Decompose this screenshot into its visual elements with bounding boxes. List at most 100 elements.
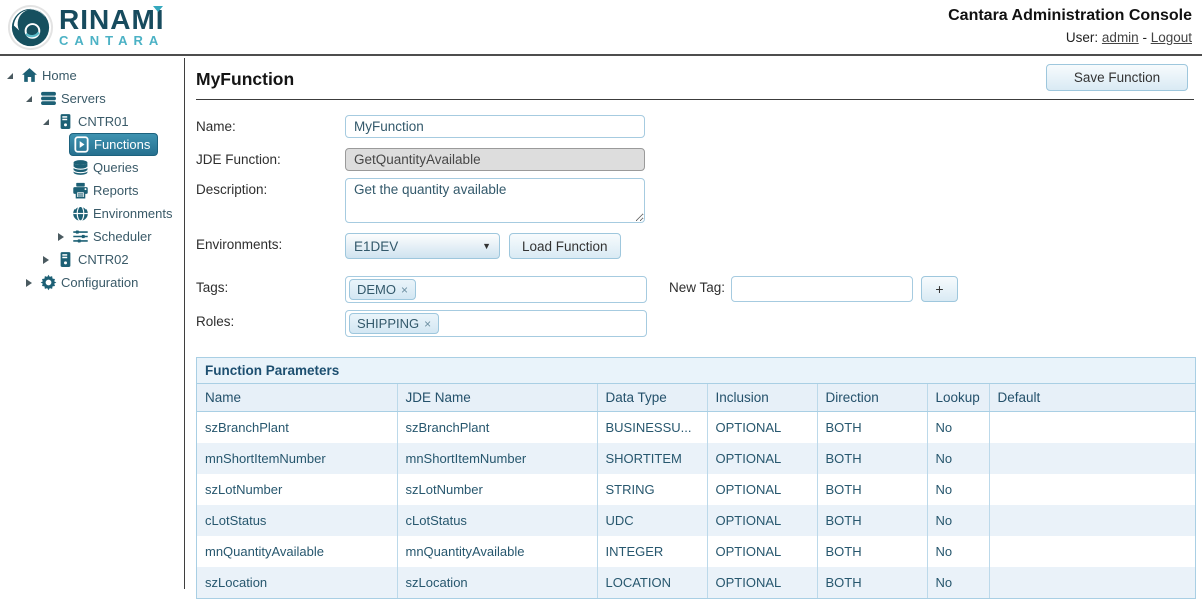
table-cell: BUSINESSU... (597, 412, 707, 444)
table-row[interactable]: mnQuantityAvailablemnQuantityAvailableIN… (197, 536, 1195, 567)
server-icon (57, 251, 74, 268)
sidebar-item-environments[interactable]: Environments (0, 202, 184, 225)
environments-label: Environments: (196, 233, 345, 252)
description-textarea[interactable]: Get the quantity available (345, 178, 645, 223)
environments-select[interactable]: E1DEV ▼ (345, 233, 500, 259)
main-content: MyFunction Save Function Name: JDE Funct… (186, 58, 1202, 589)
queries-icon (72, 159, 89, 176)
environments-icon (72, 205, 89, 222)
tree-node: Queries (69, 157, 146, 178)
tags-input[interactable]: DEMO × (345, 276, 647, 303)
sidebar-item-functions[interactable]: Functions (0, 133, 184, 156)
tree-node: Configuration (37, 272, 145, 293)
sidebar-item-cntr02[interactable]: CNTR02 (0, 248, 184, 271)
sidebar-item-home[interactable]: Home (0, 64, 184, 87)
table-cell: OPTIONAL (707, 412, 817, 444)
tags-label: Tags: (196, 276, 345, 295)
column-header-name: Name (197, 384, 397, 412)
table-cell: No (927, 536, 989, 567)
table-cell: No (927, 567, 989, 598)
table-cell: szBranchPlant (397, 412, 597, 444)
caret-collapsed-icon[interactable] (53, 233, 69, 241)
table-header-row: NameJDE NameData TypeInclusionDirectionL… (197, 384, 1195, 412)
sidebar-item-configuration[interactable]: Configuration (0, 271, 184, 294)
sidebar-item-queries[interactable]: Queries (0, 156, 184, 179)
table-cell (989, 474, 1195, 505)
name-input[interactable] (345, 115, 645, 138)
chip-remove-icon[interactable]: × (401, 283, 408, 297)
save-function-button[interactable]: Save Function (1046, 64, 1188, 91)
add-tag-button[interactable]: + (921, 276, 958, 302)
navigation-tree: Home Servers CNTR01 Functions Queries Reports… (0, 58, 185, 589)
table-cell: BOTH (817, 536, 927, 567)
sidebar-item-label: Reports (93, 183, 139, 198)
column-header-inclusion: Inclusion (707, 384, 817, 412)
table-cell: BOTH (817, 505, 927, 536)
caret-collapsed-icon[interactable] (21, 279, 37, 287)
table-cell: OPTIONAL (707, 536, 817, 567)
column-header-lookup: Lookup (927, 384, 989, 412)
table-cell: UDC (597, 505, 707, 536)
page-title-bar: MyFunction Save Function (196, 64, 1194, 100)
tree-node-selected: Functions (69, 133, 158, 156)
load-function-button[interactable]: Load Function (509, 233, 621, 259)
sidebar-item-cntr01[interactable]: CNTR01 (0, 110, 184, 133)
sidebar-item-servers[interactable]: Servers (0, 87, 184, 110)
new-tag-input[interactable] (731, 276, 913, 302)
sidebar-item-label: Environments (93, 206, 172, 221)
table-cell (989, 443, 1195, 474)
chevron-down-icon: ▼ (482, 241, 491, 251)
logout-link[interactable]: Logout (1151, 30, 1192, 45)
sidebar-item-label: Servers (61, 91, 106, 106)
table-cell: szLocation (397, 567, 597, 598)
caret-expanded-icon[interactable] (2, 73, 18, 79)
servers-icon (40, 90, 57, 107)
table-row[interactable]: szBranchPlantszBranchPlantBUSINESSU...OP… (197, 412, 1195, 444)
scheduler-icon (72, 228, 89, 245)
table-cell: mnQuantityAvailable (397, 536, 597, 567)
sidebar-item-label: Queries (93, 160, 139, 175)
description-row: Description: Get the quantity available (196, 178, 1194, 223)
user-admin-link[interactable]: admin (1102, 30, 1139, 45)
table-cell: BOTH (817, 567, 927, 598)
sidebar-item-label: CNTR01 (78, 114, 129, 129)
caret-expanded-icon[interactable] (21, 96, 37, 102)
table-row[interactable]: cLotStatuscLotStatusUDCOPTIONALBOTHNo (197, 505, 1195, 536)
configuration-icon (40, 274, 57, 291)
caret-expanded-icon[interactable] (38, 119, 54, 125)
tree-node: Servers (37, 88, 113, 109)
table-cell: szBranchPlant (197, 412, 397, 444)
tag-chip: DEMO × (349, 279, 416, 300)
tag-chip-label: DEMO (357, 282, 396, 297)
table-cell: No (927, 505, 989, 536)
table-cell: mnQuantityAvailable (197, 536, 397, 567)
user-line: User: admin - Logout (948, 30, 1192, 45)
chip-remove-icon[interactable]: × (424, 317, 431, 331)
brand-subtitle: CANTARA (59, 33, 165, 48)
function-parameters-panel: Function Parameters NameJDE NameData Typ… (196, 357, 1196, 599)
page-title: MyFunction (196, 64, 1194, 90)
jde-function-label: JDE Function: (196, 148, 345, 167)
table-row[interactable]: szLocationszLocationLOCATIONOPTIONALBOTH… (197, 567, 1195, 598)
sidebar-item-label: Configuration (61, 275, 138, 290)
table-cell: cLotStatus (197, 505, 397, 536)
brand-accent-mark (153, 6, 163, 12)
sidebar-item-scheduler[interactable]: Scheduler (0, 225, 184, 248)
table-cell: mnShortItemNumber (197, 443, 397, 474)
table-row[interactable]: szLotNumberszLotNumberSTRINGOPTIONALBOTH… (197, 474, 1195, 505)
roles-input[interactable]: SHIPPING× (345, 310, 647, 337)
table-cell: STRING (597, 474, 707, 505)
tree-node: CNTR01 (54, 111, 136, 132)
table-row[interactable]: mnShortItemNumbermnShortItemNumberSHORTI… (197, 443, 1195, 474)
caret-collapsed-icon[interactable] (38, 256, 54, 264)
table-cell: No (927, 443, 989, 474)
tree-node: CNTR02 (54, 249, 136, 270)
user-label: User: (1066, 30, 1098, 45)
table-cell: LOCATION (597, 567, 707, 598)
sidebar-item-label: CNTR02 (78, 252, 129, 267)
table-cell (989, 505, 1195, 536)
sidebar-item-reports[interactable]: Reports (0, 179, 184, 202)
tree-node: Scheduler (69, 226, 159, 247)
environments-row: Environments: E1DEV ▼ Load Function (196, 233, 1194, 259)
tags-row: Tags: DEMO× New Tag: + (196, 276, 1194, 303)
